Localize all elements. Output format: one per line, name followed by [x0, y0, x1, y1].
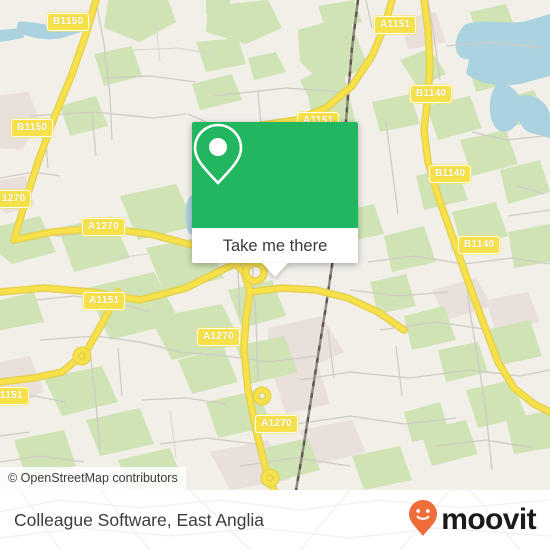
- road-shield-b1150: B1150: [47, 13, 90, 31]
- road-shield-b1140: B1140: [429, 165, 472, 183]
- moovit-pin-smile-icon: [408, 499, 438, 542]
- road-shield-a1270: A1270: [197, 328, 240, 346]
- road-shield-b1150: B1150: [11, 119, 54, 137]
- location-popup[interactable]: Take me there: [192, 122, 358, 277]
- road-shield-a1151: A1151: [83, 292, 126, 310]
- popup-body[interactable]: Take me there: [192, 228, 358, 263]
- popup-tail: [262, 263, 288, 277]
- place-title: Colleague Software, East Anglia: [14, 510, 265, 530]
- moovit-wordmark: moovit: [441, 503, 536, 536]
- road-shield-1270: 1270: [0, 190, 32, 208]
- road-shield-a1270: A1270: [255, 415, 298, 433]
- road-shield-b1140: B1140: [410, 85, 453, 103]
- map-page: B1150 A1151 B1140 B1150 A1151 B1140 1270 A1270 B…: [0, 0, 550, 550]
- road-shield-1151: 1151: [0, 387, 29, 405]
- road-shield-b1140: B1140: [458, 236, 501, 254]
- footer-bar: Colleague Software, East Anglia moovit: [0, 490, 550, 550]
- map-attribution[interactable]: © OpenStreetMap contributors: [0, 467, 186, 490]
- road-shield-a1151: A1151: [374, 16, 417, 34]
- road-shield-a1270: A1270: [82, 218, 125, 236]
- popup-header: [192, 122, 358, 228]
- map-canvas[interactable]: B1150 A1151 B1140 B1150 A1151 B1140 1270 A1270 B…: [0, 0, 550, 490]
- take-me-there-label: Take me there: [222, 236, 328, 255]
- moovit-logo[interactable]: moovit: [408, 490, 537, 550]
